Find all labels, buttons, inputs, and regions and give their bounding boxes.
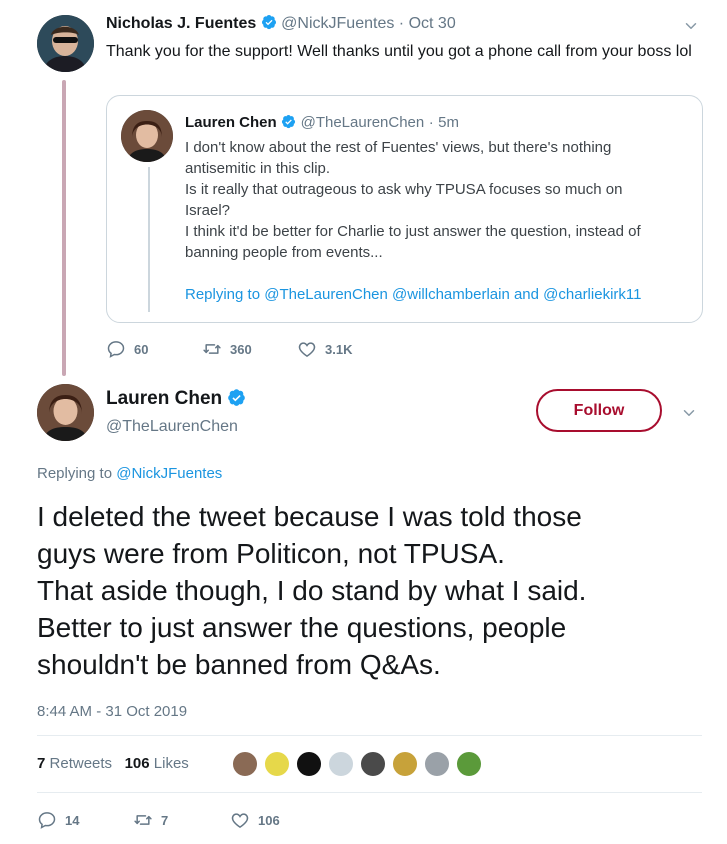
liker-avatar[interactable] <box>424 751 450 777</box>
retweet-action[interactable]: 7 <box>133 810 168 830</box>
tweet-line: I deleted the tweet because I was told t… <box>37 501 582 532</box>
quoted-replying-to: Replying to @TheLaurenChen @willchamberl… <box>185 284 641 305</box>
quoted-line: I don't know about the rest of Fuentes' … <box>185 139 612 156</box>
chevron-down-icon[interactable] <box>680 404 698 422</box>
liker-avatar[interactable] <box>456 751 482 777</box>
retweets-count: 7 <box>37 755 46 772</box>
liker-avatar[interactable] <box>392 751 418 777</box>
like-action[interactable]: 106 <box>230 810 280 830</box>
divider <box>37 792 702 793</box>
quoted-author-name: Lauren Chen <box>185 114 277 131</box>
liker-avatar[interactable] <box>264 751 290 777</box>
quoted-thread-line <box>148 167 150 312</box>
replying-to: Replying to @NickJFuentes <box>37 465 222 482</box>
replying-to-links[interactable]: @TheLaurenChen @willchamberlain and @cha… <box>264 286 641 303</box>
chevron-down-icon[interactable] <box>682 17 700 35</box>
follow-button[interactable]: Follow <box>536 389 662 432</box>
reply-icon <box>37 810 57 830</box>
likes-count: 106 <box>124 755 150 772</box>
liker-avatar[interactable] <box>296 751 322 777</box>
like-count: 3.1K <box>325 341 353 357</box>
author-handle[interactable]: @TheLaurenChen <box>106 418 238 436</box>
like-action[interactable]: 3.1K <box>297 339 352 359</box>
avatar-chen-image <box>37 384 94 441</box>
retweet-icon <box>202 339 222 359</box>
heart-icon <box>297 339 317 359</box>
quoted-tweet-header: Lauren Chen @TheLaurenChen · 5m <box>185 114 459 132</box>
liker-avatar[interactable] <box>360 751 386 777</box>
reply-count: 60 <box>134 341 149 357</box>
verified-icon <box>261 14 277 30</box>
main-tweet-name-row: Lauren Chen <box>106 388 246 410</box>
quoted-line: I think it'd be better for Charlie to ju… <box>185 223 641 240</box>
quoted-separator: · <box>428 114 434 131</box>
divider <box>37 735 702 736</box>
retweet-action[interactable]: 360 <box>202 339 252 359</box>
avatar-chen[interactable] <box>37 384 94 441</box>
quoted-time: 5m <box>438 114 459 131</box>
likes-stat[interactable]: 106 Likes <box>125 755 189 772</box>
retweets-label: Retweets <box>49 755 113 772</box>
reply-action[interactable]: 14 <box>37 810 79 830</box>
parent-tweet-header: Nicholas J. Fuentes @NickJFuentes · Oct … <box>106 14 456 33</box>
tweet-line: That aside though, I do stand by what I … <box>37 575 587 606</box>
tweet-date[interactable]: Oct 30 <box>409 15 456 32</box>
heart-icon <box>230 810 250 830</box>
header-separator: · <box>398 15 405 32</box>
author-name[interactable]: Lauren Chen <box>106 388 222 409</box>
reply-action[interactable]: 60 <box>106 339 148 359</box>
quoted-line: Israel? <box>185 202 231 219</box>
main-tweet-text: I deleted the tweet because I was told t… <box>37 498 717 683</box>
retweet-icon <box>133 810 153 830</box>
avatar-fuentes-image <box>37 15 94 72</box>
reply-count: 14 <box>65 812 80 828</box>
retweet-count: 360 <box>230 341 252 357</box>
avatar-chen-quoted-image <box>121 110 173 162</box>
avatar-chen-quoted <box>121 110 173 162</box>
quoted-tweet-text: I don't know about the rest of Fuentes' … <box>185 137 695 263</box>
reply-icon <box>106 339 126 359</box>
liker-avatars <box>232 751 488 777</box>
tweet-text: Thank you for the support! Well thanks u… <box>106 43 692 60</box>
liker-avatar[interactable] <box>232 751 258 777</box>
replying-prefix: Replying to <box>37 465 113 482</box>
author-name[interactable]: Nicholas J. Fuentes <box>106 15 256 32</box>
verified-icon <box>281 114 296 129</box>
verified-icon <box>227 388 246 407</box>
replying-to-link[interactable]: @NickJFuentes <box>116 465 222 482</box>
retweet-count: 7 <box>161 812 169 828</box>
quoted-author-handle: @TheLaurenChen <box>300 114 425 131</box>
author-handle[interactable]: @NickJFuentes <box>281 15 394 32</box>
like-count: 106 <box>258 812 280 828</box>
tweet-line: shouldn't be banned from Q&As. <box>37 649 441 680</box>
likes-label: Likes <box>153 755 189 772</box>
thread-line <box>62 80 66 376</box>
engagement-stats: 7 Retweets 106 Likes <box>37 755 189 772</box>
tweet-line: Better to just answer the questions, peo… <box>37 612 567 643</box>
replying-prefix: Replying to <box>185 286 261 303</box>
quoted-line: banning people from events... <box>185 244 383 261</box>
avatar-fuentes[interactable] <box>37 15 94 72</box>
retweets-stat[interactable]: 7 Retweets <box>37 755 112 772</box>
quoted-line: Is it really that outrageous to ask why … <box>185 181 623 198</box>
liker-avatar[interactable] <box>328 751 354 777</box>
tweet-timestamp[interactable]: 8:44 AM - 31 Oct 2019 <box>37 703 187 720</box>
tweet-line: guys were from Politicon, not TPUSA. <box>37 538 505 569</box>
quoted-line: antisemitic in this clip. <box>185 160 331 177</box>
